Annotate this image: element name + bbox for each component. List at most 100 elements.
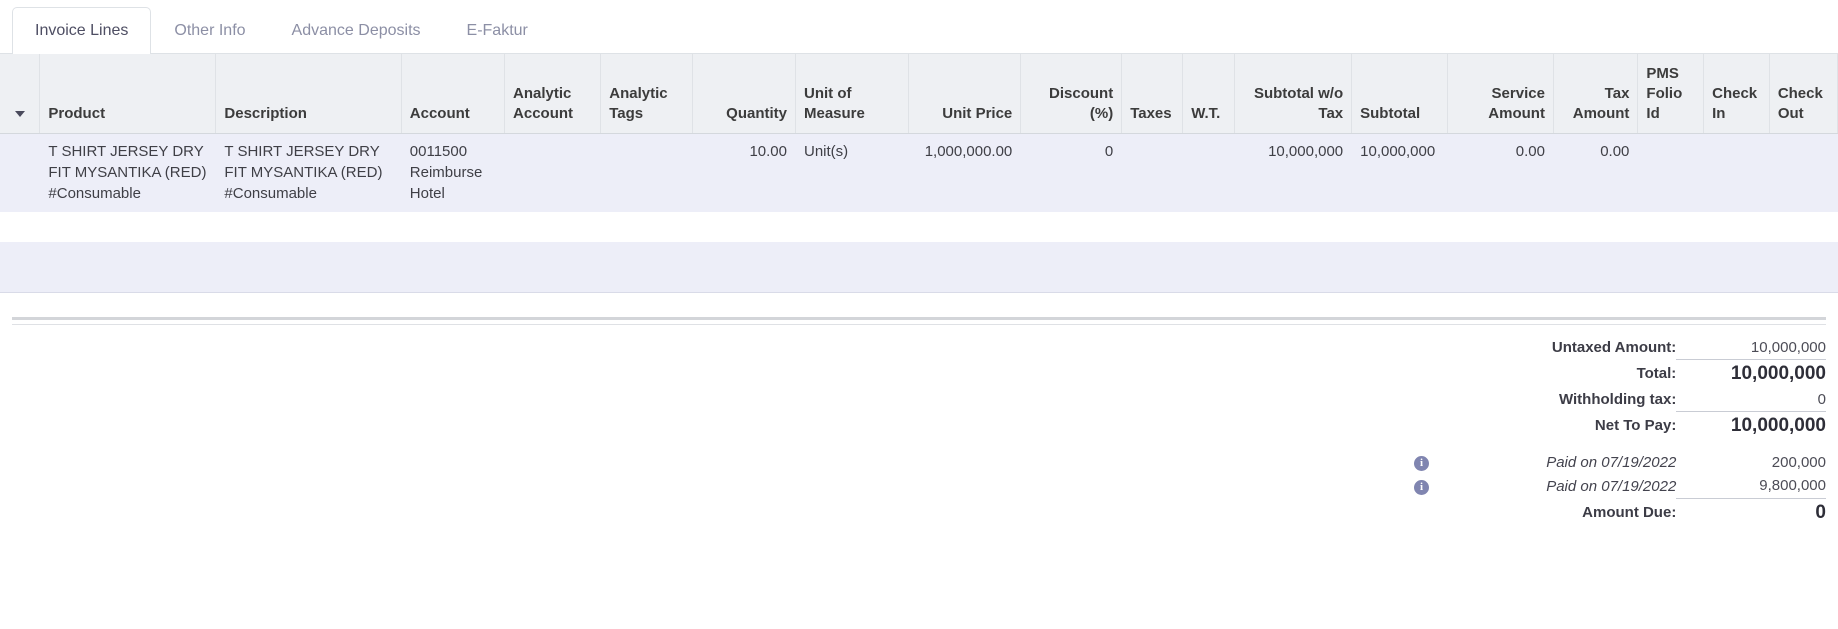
cell-service-amount[interactable]: 0.00: [1448, 134, 1554, 213]
section-divider: [0, 316, 1838, 325]
total-label: Total:: [1636, 365, 1677, 383]
totals-row-total: Total: 10,000,000: [1406, 359, 1826, 388]
tab-advance-deposits[interactable]: Advance Deposits: [269, 7, 444, 54]
add-line-cell[interactable]: [0, 242, 1838, 293]
totals-table: Untaxed Amount: 10,000,000 Total: 10,000…: [1406, 336, 1826, 527]
totals-icon-slot: [1406, 388, 1437, 412]
column-header-service-amount[interactable]: Service Amount: [1447, 54, 1554, 135]
tab-label: Advance Deposits: [291, 21, 421, 39]
column-header-analytic-account[interactable]: Analytic Account: [504, 54, 602, 135]
column-header-tax-amount[interactable]: Tax Amount: [1553, 54, 1639, 135]
column-label: Subtotal w/o Tax: [1253, 84, 1344, 122]
table-header-row: Product Description Account Analytic Acc…: [0, 54, 1838, 135]
cell-analytic-tags[interactable]: [601, 134, 693, 213]
column-header-product[interactable]: Product: [39, 54, 217, 135]
table-row[interactable]: T SHIRT JERSEY DRY FIT MYSANTIKA (RED) #…: [0, 133, 1838, 213]
tab-invoice-lines[interactable]: Invoice Lines: [12, 6, 152, 54]
cell-unit-price[interactable]: 1,000,000.00: [908, 134, 1021, 213]
invoice-lines-table-container: Product Description Account Analytic Acc…: [0, 54, 1838, 293]
row-handle[interactable]: [0, 134, 40, 213]
untaxed-amount-value: 10,000,000: [1750, 339, 1826, 356]
info-icon[interactable]: i: [1413, 480, 1429, 495]
column-label: Tax Amount: [1572, 84, 1630, 122]
cell-subtotal[interactable]: 10,000,000: [1352, 134, 1448, 213]
column-header-description[interactable]: Description: [215, 54, 402, 135]
tab-other-info[interactable]: Other Info: [151, 7, 268, 54]
totals-icon-slot: [1406, 498, 1437, 527]
tab-e-faktur[interactable]: E-Faktur: [444, 7, 551, 54]
cell-unit-of-measure[interactable]: Unit(s): [796, 134, 909, 213]
chevron-down-icon: [14, 110, 25, 117]
tab-label: Other Info: [174, 21, 246, 39]
column-header-account[interactable]: Account: [401, 54, 506, 135]
net-to-pay-label: Net To Pay:: [1594, 417, 1677, 435]
column-label: Analytic Tags: [609, 84, 668, 122]
cell-pms-folio-id[interactable]: [1638, 134, 1704, 213]
column-header-check-in[interactable]: Check In: [1703, 54, 1770, 135]
column-header-subtotal-wo-tax[interactable]: Subtotal w/o Tax: [1234, 54, 1353, 135]
spacer: [1406, 440, 1826, 450]
payment-label[interactable]: Paid on 07/19/2022: [1437, 450, 1676, 474]
withholding-tax-value: 0: [1817, 391, 1826, 408]
totals-row-withholding-tax: Withholding tax: 0: [1406, 388, 1826, 412]
column-label: Account: [409, 104, 470, 122]
column-header-unit-of-measure[interactable]: Unit of Measure: [795, 54, 909, 135]
column-header-wt[interactable]: W.T.: [1182, 54, 1235, 135]
amount-due-value: 0: [1676, 497, 1826, 527]
cell-taxes[interactable]: [1122, 134, 1183, 213]
column-label: Subtotal: [1360, 104, 1421, 122]
cell-analytic-account[interactable]: [505, 134, 601, 213]
cell-tax-amount[interactable]: 0.00: [1553, 134, 1637, 213]
column-label: Analytic Account: [513, 84, 574, 122]
payment-value: 9,800,000: [1759, 477, 1826, 495]
payment-row: i Paid on 07/19/2022 200,000: [1406, 450, 1826, 474]
column-label: Discount (%): [1049, 84, 1114, 122]
table-body: T SHIRT JERSEY DRY FIT MYSANTIKA (RED) #…: [0, 133, 1838, 293]
add-line-row[interactable]: [0, 242, 1838, 293]
tab-label: E-Faktur: [466, 21, 528, 39]
table-spacer-row: [0, 212, 1838, 243]
amount-due-label: Amount Due:: [1582, 503, 1677, 521]
column-options-toggle[interactable]: [0, 54, 41, 135]
withholding-tax-label: Withholding tax:: [1558, 391, 1677, 409]
totals-row-net-to-pay: Net To Pay: 10,000,000: [1406, 411, 1826, 440]
column-label: PMS Folio Id: [1646, 65, 1683, 122]
column-header-quantity[interactable]: Quantity: [692, 54, 797, 135]
cell-account[interactable]: 0011500 Reimburse Hotel: [401, 134, 504, 213]
totals-panel: Untaxed Amount: 10,000,000 Total: 10,000…: [1406, 336, 1826, 527]
cell-check-out[interactable]: [1769, 134, 1837, 213]
column-header-pms-folio-id[interactable]: PMS Folio Id: [1637, 54, 1705, 135]
cell-check-in[interactable]: [1704, 134, 1770, 213]
divider-thin: [12, 323, 1826, 325]
cell-product[interactable]: T SHIRT JERSEY DRY FIT MYSANTIKA (RED) #…: [40, 134, 216, 213]
divider-thick: [12, 316, 1826, 320]
cell-description[interactable]: T SHIRT JERSEY DRY FIT MYSANTIKA (RED) #…: [216, 134, 401, 213]
untaxed-amount-label: Untaxed Amount:: [1551, 339, 1677, 357]
info-icon[interactable]: i: [1413, 456, 1429, 471]
column-label: Unit Price: [942, 104, 1013, 122]
payment-info-icon-cell[interactable]: i: [1406, 450, 1437, 474]
cell-quantity[interactable]: 10.00: [692, 134, 795, 213]
payment-label[interactable]: Paid on 07/19/2022: [1437, 474, 1676, 498]
column-header-subtotal[interactable]: Subtotal: [1351, 54, 1449, 135]
column-header-analytic-tags[interactable]: Analytic Tags: [600, 54, 693, 135]
column-header-discount[interactable]: Discount (%): [1020, 54, 1123, 135]
totals-row-amount-due: Amount Due: 0: [1406, 497, 1826, 527]
column-label: Product: [48, 104, 106, 122]
column-label: Service Amount: [1488, 84, 1545, 122]
cell-subtotal-wo-tax[interactable]: 10,000,000: [1234, 134, 1351, 213]
column-header-taxes[interactable]: Taxes: [1121, 54, 1184, 135]
payment-info-icon-cell[interactable]: i: [1406, 474, 1437, 498]
cell-wt[interactable]: [1183, 134, 1235, 213]
column-label: Taxes: [1130, 104, 1172, 122]
payment-value: 200,000: [1771, 453, 1826, 471]
column-label: Description: [224, 104, 307, 122]
column-label: Check Out: [1777, 84, 1823, 122]
column-label: W.T.: [1191, 104, 1221, 122]
tab-bar: Invoice Lines Other Info Advance Deposit…: [0, 0, 1838, 54]
totals-row-untaxed-amount: Untaxed Amount: 10,000,000: [1406, 336, 1826, 360]
column-header-unit-price[interactable]: Unit Price: [908, 54, 1022, 135]
column-header-check-out[interactable]: Check Out: [1769, 54, 1838, 135]
table-spacer-cell: [0, 212, 1838, 242]
cell-discount[interactable]: 0: [1021, 134, 1122, 213]
